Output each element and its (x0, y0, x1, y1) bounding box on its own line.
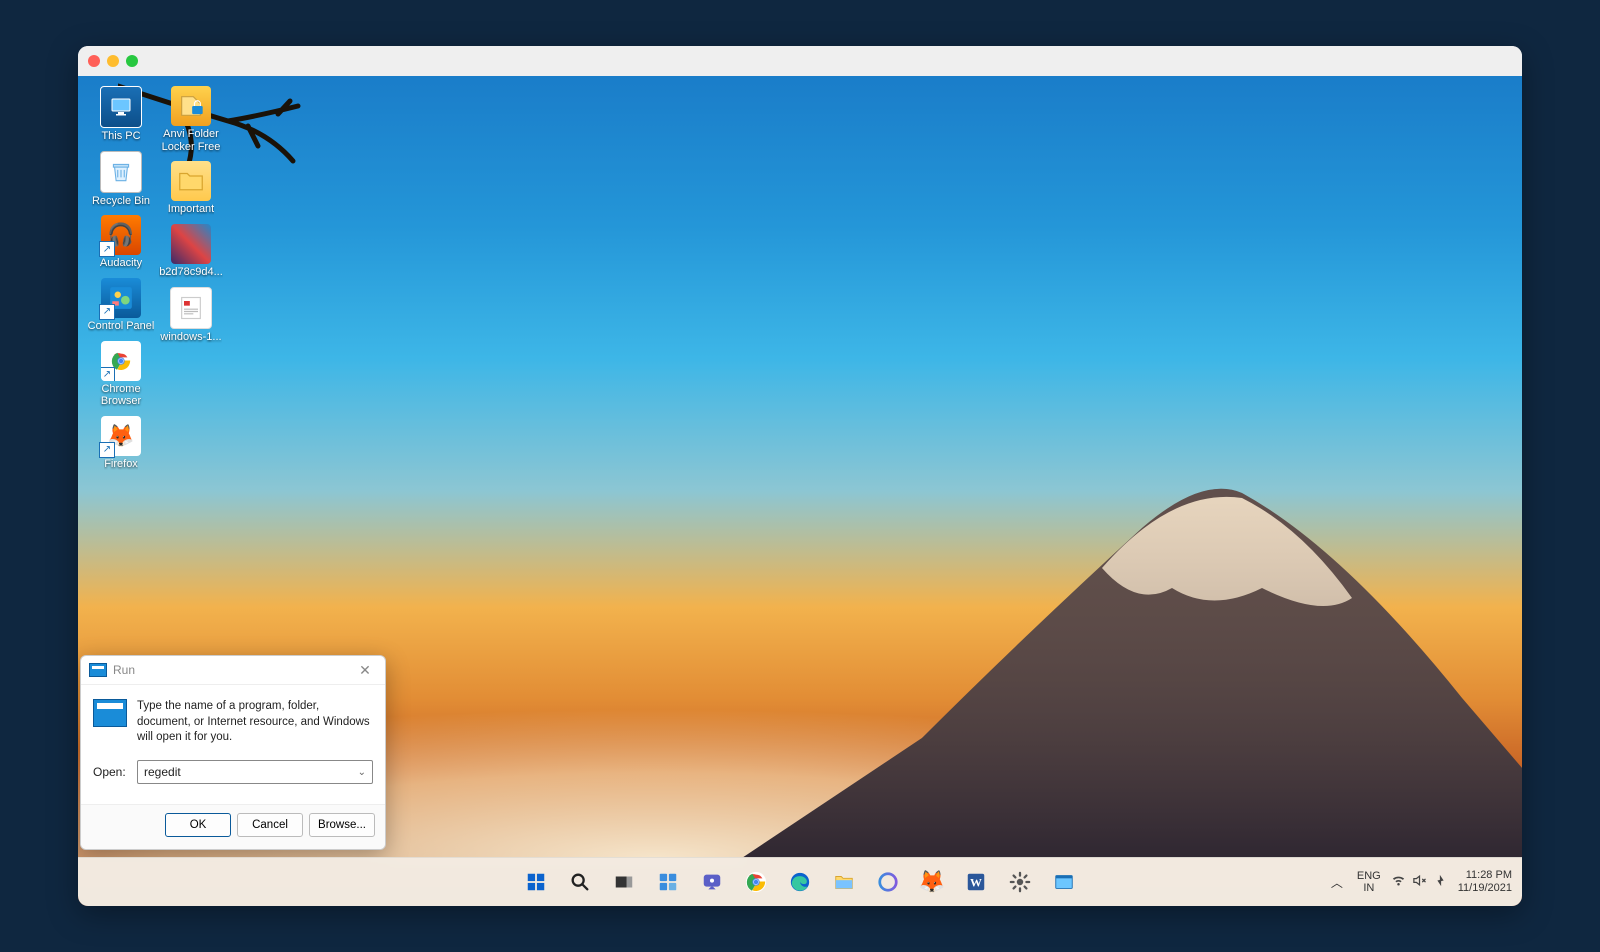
volume-muted-icon (1412, 873, 1427, 891)
mac-titlebar (78, 46, 1522, 76)
shortcut-overlay-icon: ↗ (99, 241, 115, 257)
desktop-icon-chr[interactable]: ↗ Chrome Browser (86, 341, 156, 408)
desktop-icon-anvi[interactable]: Anvi Folder Locker Free (156, 86, 226, 153)
ff-icon: 🦊↗ (101, 416, 141, 456)
desktop-icon-folder[interactable]: Important (156, 161, 226, 216)
chr-icon: ↗ (101, 341, 141, 381)
desktop-icon-label: Recycle Bin (92, 195, 150, 208)
mac-close-icon[interactable] (88, 55, 100, 67)
desktop-icon-label: windows-1... (160, 331, 221, 344)
run-app-icon (93, 699, 127, 727)
taskbar-settings[interactable] (1001, 863, 1039, 901)
taskbar-chat[interactable] (693, 863, 731, 901)
desktop-icon-label: b2d78c9d4... (159, 266, 223, 279)
language-line1: ENG (1357, 870, 1381, 882)
open-combobox[interactable]: regedit ⌄ (137, 760, 373, 784)
taskbar-start[interactable] (517, 863, 555, 901)
taskbar-edge[interactable] (781, 863, 819, 901)
taskbar-firefox[interactable]: 🦊 (913, 863, 951, 901)
run-dialog-footer: OK Cancel Browse... (81, 804, 385, 849)
taskbar-word[interactable]: W (957, 863, 995, 901)
windows-desktop[interactable]: This PCRecycle Bin↗Audacity↗Control Pane… (78, 76, 1522, 906)
desktop-icon-label: Anvi Folder Locker Free (156, 128, 226, 153)
run-dialog-titlebar[interactable]: Run ✕ (81, 656, 385, 685)
shortcut-overlay-icon: ↗ (99, 304, 115, 320)
desktop-icon-label: This PC (101, 130, 140, 143)
taskbar-chrome[interactable] (737, 863, 775, 901)
taskbar-run-window[interactable] (1045, 863, 1083, 901)
mac-minimize-icon[interactable] (107, 55, 119, 67)
taskbar-widgets[interactable] (649, 863, 687, 901)
taskbar-clock[interactable]: 11:28 PM 11/19/2021 (1458, 869, 1512, 894)
tray-overflow-button[interactable]: ︿ (1327, 870, 1347, 895)
taskbar-search[interactable] (561, 863, 599, 901)
mac-maximize-icon[interactable] (126, 55, 138, 67)
desktop-icon-ff[interactable]: 🦊↗ Firefox (86, 416, 156, 471)
open-label: Open: (93, 765, 129, 779)
language-line2: IN (1357, 882, 1381, 894)
desktop-icon-cp[interactable]: ↗Control Panel (86, 278, 156, 333)
language-indicator[interactable]: ENG IN (1357, 870, 1381, 894)
aud-icon: ↗ (101, 215, 141, 255)
chevron-down-icon: ⌄ (358, 767, 366, 778)
wallpaper-mountain (742, 438, 1522, 858)
desktop-icon-label: Chrome Browser (86, 383, 156, 408)
run-dialog-title: Run (113, 663, 353, 677)
pc-icon (100, 86, 142, 128)
host-window: This PCRecycle Bin↗Audacity↗Control Pane… (78, 46, 1522, 906)
ok-button[interactable]: OK (165, 813, 231, 837)
cancel-button[interactable]: Cancel (237, 813, 303, 837)
thumb-icon (171, 224, 211, 264)
desktop-icons-column-2: Anvi Folder Locker Free Important b2d78c9d… (156, 86, 226, 351)
run-dialog-icon (89, 663, 107, 677)
open-input-value: regedit (144, 765, 181, 779)
cp-icon: ↗ (101, 278, 141, 318)
run-dialog-description: Type the name of a program, folder, docu… (137, 699, 373, 746)
desktop-icon-pc[interactable]: This PC (86, 86, 156, 143)
desktop-icon-doc[interactable]: windows-1... (156, 287, 226, 344)
run-dialog: Run ✕ Type the name of a program, folder… (80, 655, 386, 850)
desktop-icon-label: Firefox (104, 458, 138, 471)
taskbar-taskview[interactable] (605, 863, 643, 901)
desktop-icon-label: Important (168, 203, 214, 216)
shortcut-overlay-icon: ↗ (101, 367, 115, 381)
desktop-icon-bin[interactable]: Recycle Bin (86, 151, 156, 208)
anvi-icon (171, 86, 211, 126)
taskbar-center: 🦊W (517, 863, 1083, 901)
taskbar-cortana[interactable] (869, 863, 907, 901)
folder-icon (171, 161, 211, 201)
system-tray[interactable] (1391, 873, 1448, 891)
wifi-icon (1391, 873, 1406, 891)
desktop-icon-aud[interactable]: ↗Audacity (86, 215, 156, 270)
svg-text:W: W (970, 876, 982, 890)
clock-time: 11:28 PM (1458, 869, 1512, 882)
desktop-icon-label: Control Panel (88, 320, 155, 333)
clock-date: 11/19/2021 (1458, 882, 1512, 895)
desktop-icon-thumb[interactable]: b2d78c9d4... (156, 224, 226, 279)
close-button[interactable]: ✕ (353, 660, 377, 680)
desktop-icons-column-1: This PCRecycle Bin↗Audacity↗Control Pane… (86, 86, 156, 478)
taskbar-explorer[interactable] (825, 863, 863, 901)
doc-icon (170, 287, 212, 329)
power-icon (1433, 873, 1448, 891)
shortcut-overlay-icon: ↗ (99, 442, 115, 458)
browse-button[interactable]: Browse... (309, 813, 375, 837)
taskbar-right: ︿ ENG IN 11:28 PM 11/19/2021 (1327, 869, 1512, 894)
bin-icon (100, 151, 142, 193)
taskbar: 🦊W ︿ ENG IN 11:28 PM 11/19/2021 (78, 857, 1522, 906)
desktop-icon-label: Audacity (100, 257, 142, 270)
